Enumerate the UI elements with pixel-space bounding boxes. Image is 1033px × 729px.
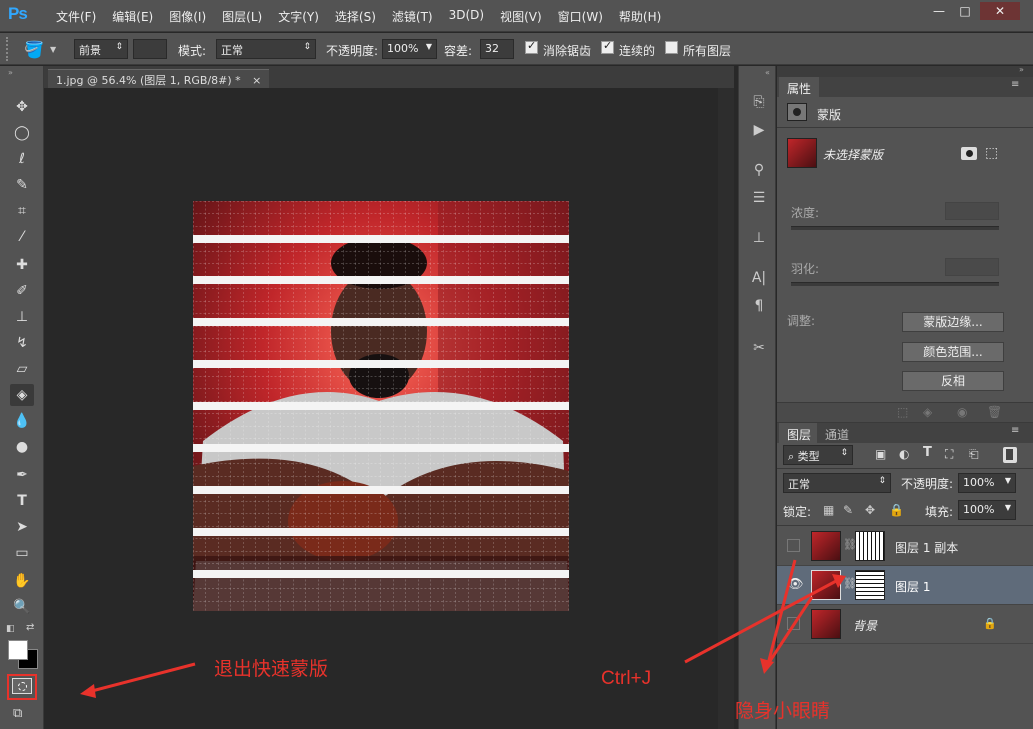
annotation-hide-eye: 隐身小眼睛 <box>735 700 831 722</box>
arrow-quick-mask <box>87 662 196 694</box>
annotation-arrows <box>80 559 846 698</box>
arrowhead <box>80 684 96 698</box>
annotation-quick-mask: 退出快速蒙版 <box>214 658 329 680</box>
annotation-ctrl-j: Ctrl+J <box>601 668 652 689</box>
arrow-eye-1 <box>766 559 797 665</box>
arrow-ctrl-j <box>684 578 839 664</box>
